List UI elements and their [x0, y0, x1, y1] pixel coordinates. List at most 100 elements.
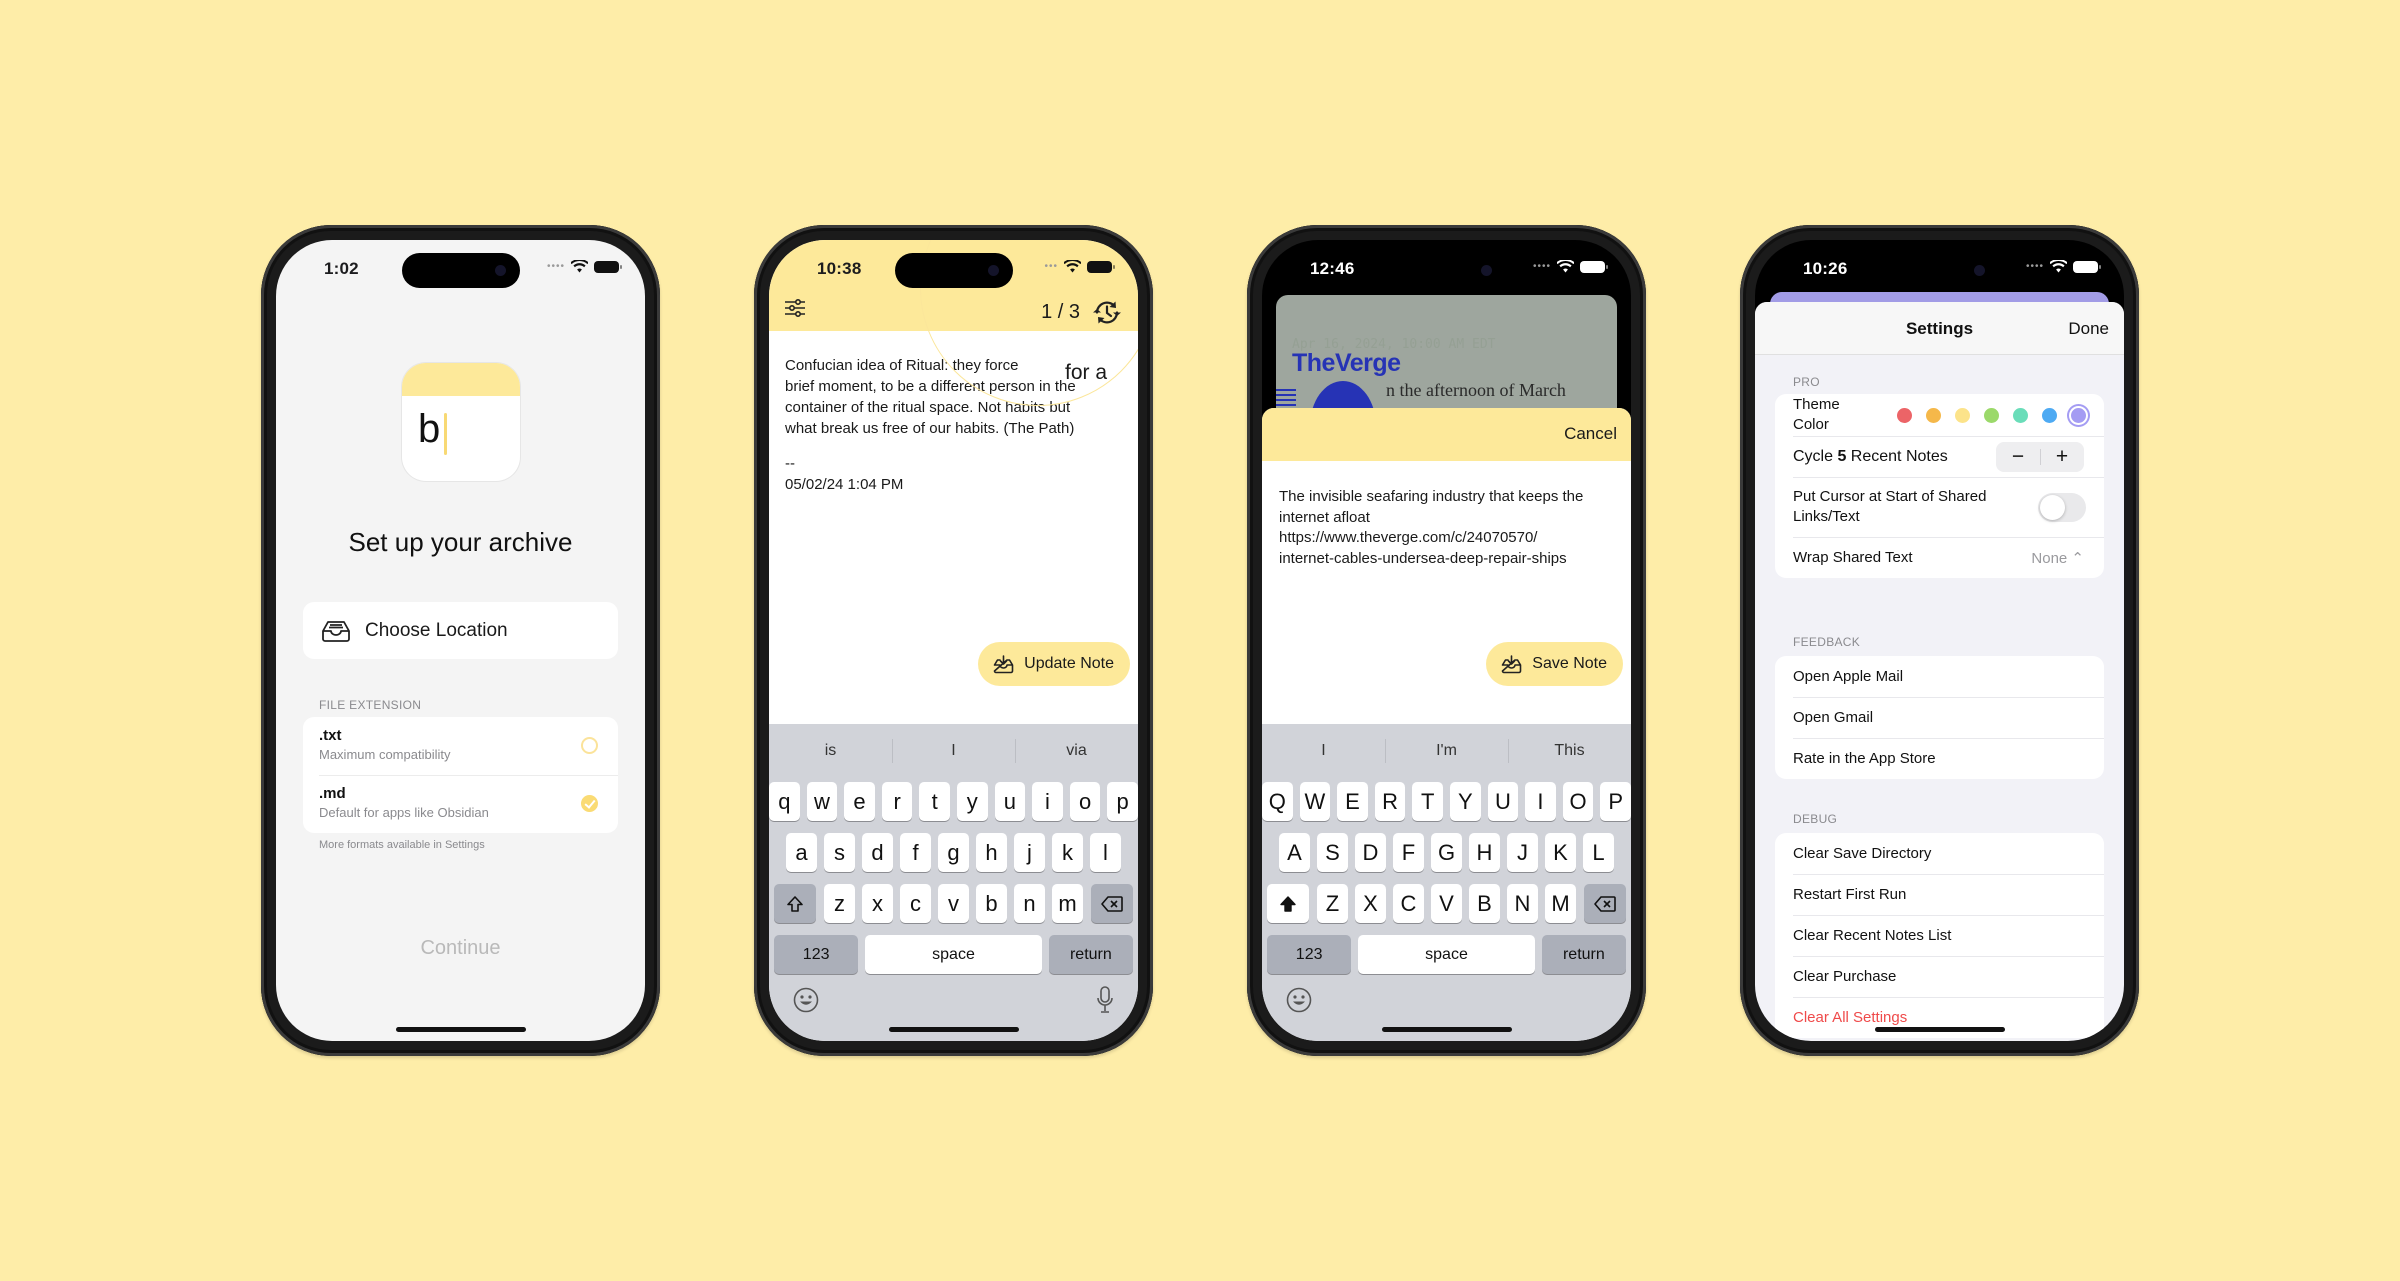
letter-key[interactable]: y	[957, 782, 988, 821]
emoji-icon[interactable]	[1286, 987, 1312, 1013]
theme-color-swatch[interactable]	[1926, 407, 1941, 423]
letter-key[interactable]: q	[769, 782, 800, 821]
done-button[interactable]: Done	[2068, 319, 2109, 339]
cursor-start-toggle[interactable]	[2038, 492, 2086, 522]
shift-key[interactable]	[774, 884, 816, 923]
letter-key[interactable]: h	[976, 833, 1007, 872]
theme-color-swatch[interactable]	[2013, 407, 2028, 423]
extension-option-md[interactable]: .md Default for apps like Obsidian	[303, 775, 618, 833]
save-note-button[interactable]: Save Note	[1486, 642, 1623, 686]
clock-rotate-icon[interactable]	[1092, 299, 1122, 326]
letter-key[interactable]: i	[1032, 782, 1063, 821]
letter-key[interactable]: f	[900, 833, 931, 872]
letter-key[interactable]: M	[1545, 884, 1576, 923]
checkmark-icon[interactable]	[581, 795, 598, 812]
letter-key[interactable]: u	[994, 782, 1026, 821]
space-key[interactable]: space	[1358, 935, 1535, 974]
delete-key[interactable]	[1584, 884, 1626, 923]
letter-key[interactable]: o	[1069, 782, 1101, 821]
letter-key[interactable]: G	[1431, 833, 1462, 872]
letter-key[interactable]: Q	[1262, 782, 1293, 821]
letter-key[interactable]: a	[786, 833, 817, 872]
letter-key[interactable]: J	[1507, 833, 1538, 872]
update-note-button[interactable]: Update Note	[978, 642, 1130, 686]
letter-key[interactable]: w	[806, 782, 838, 821]
continue-button[interactable]: Continue	[276, 937, 645, 960]
letter-key[interactable]: x	[862, 884, 893, 923]
theme-color-swatch[interactable]	[1984, 407, 1999, 423]
letter-key[interactable]: R	[1374, 782, 1406, 821]
letter-key[interactable]: p	[1107, 782, 1138, 821]
numbers-key[interactable]: 123	[1267, 935, 1352, 974]
letter-key[interactable]: e	[844, 782, 875, 821]
space-key[interactable]: space	[865, 935, 1042, 974]
note-signature[interactable]: -- 05/02/24 1:04 PM	[785, 453, 903, 495]
letter-key[interactable]: E	[1337, 782, 1368, 821]
cycle-stepper[interactable]: − +	[1996, 441, 2084, 472]
theme-color-swatch[interactable]	[1897, 407, 1912, 423]
stepper-plus[interactable]: +	[2040, 442, 2084, 472]
letter-key[interactable]: N	[1507, 884, 1538, 923]
letter-key[interactable]: v	[938, 884, 969, 923]
settings-item[interactable]: Clear Save Directory	[1775, 833, 2104, 874]
settings-item[interactable]: Clear Purchase	[1775, 956, 2104, 997]
letter-key[interactable]: U	[1487, 782, 1519, 821]
letter-key[interactable]: K	[1545, 833, 1576, 872]
theme-color-swatch[interactable]	[1955, 407, 1970, 423]
wrap-text-row[interactable]: Wrap Shared Text None ⌃	[1775, 537, 2104, 578]
letter-key[interactable]: m	[1052, 884, 1083, 923]
letter-key[interactable]: L	[1583, 833, 1614, 872]
numbers-key[interactable]: 123	[774, 935, 859, 974]
letter-key[interactable]: k	[1052, 833, 1083, 872]
letter-key[interactable]: b	[976, 884, 1007, 923]
letter-key[interactable]: I	[1525, 782, 1556, 821]
shared-text[interactable]: The invisible seafaring industry that ke…	[1279, 487, 1615, 569]
theme-color-swatch[interactable]	[2042, 407, 2057, 423]
letter-key[interactable]: g	[938, 833, 969, 872]
letter-key[interactable]: O	[1562, 782, 1594, 821]
letter-key[interactable]: P	[1600, 782, 1631, 821]
letter-key[interactable]: V	[1431, 884, 1462, 923]
letter-key[interactable]: n	[1014, 884, 1045, 923]
suggestion[interactable]: I	[892, 736, 1015, 766]
microphone-icon[interactable]	[1096, 986, 1114, 1014]
letter-key[interactable]: z	[824, 884, 855, 923]
letter-key[interactable]: A	[1279, 833, 1310, 872]
letter-key[interactable]: F	[1393, 833, 1424, 872]
settings-item[interactable]: Open Gmail	[1775, 697, 2104, 738]
letter-key[interactable]: d	[862, 833, 893, 872]
settings-item[interactable]: Open Apple Mail	[1775, 656, 2104, 697]
wrap-text-picker[interactable]: None ⌃	[2031, 549, 2084, 567]
extension-option-txt[interactable]: .txt Maximum compatibility	[303, 717, 618, 775]
letter-key[interactable]: r	[881, 782, 913, 821]
letter-key[interactable]: Z	[1317, 884, 1348, 923]
letter-key[interactable]: j	[1014, 833, 1045, 872]
theme-color-swatch[interactable]	[2071, 407, 2086, 423]
letter-key[interactable]: s	[824, 833, 855, 872]
stepper-minus[interactable]: −	[1996, 442, 2040, 472]
letter-key[interactable]: C	[1393, 884, 1424, 923]
suggestion[interactable]: is	[769, 736, 892, 766]
letter-key[interactable]: l	[1090, 833, 1121, 872]
sliders-icon[interactable]	[784, 298, 806, 318]
letter-key[interactable]: X	[1355, 884, 1386, 923]
suggestion[interactable]: I	[1262, 736, 1385, 766]
letter-key[interactable]: c	[900, 884, 931, 923]
radio-unchecked-icon[interactable]	[581, 737, 598, 754]
settings-item[interactable]: Restart First Run	[1775, 874, 2104, 915]
letter-key[interactable]: S	[1317, 833, 1348, 872]
emoji-icon[interactable]	[793, 987, 819, 1013]
letter-key[interactable]: T	[1412, 782, 1443, 821]
letter-key[interactable]: Y	[1450, 782, 1481, 821]
return-key[interactable]: return	[1541, 935, 1627, 974]
choose-location-button[interactable]: Choose Location	[303, 602, 618, 659]
suggestion[interactable]: This	[1508, 736, 1631, 766]
letter-key[interactable]: H	[1469, 833, 1500, 872]
settings-item[interactable]: Rate in the App Store	[1775, 738, 2104, 779]
suggestion[interactable]: via	[1015, 736, 1138, 766]
letter-key[interactable]: W	[1299, 782, 1331, 821]
delete-key[interactable]	[1091, 884, 1133, 923]
cancel-button[interactable]: Cancel	[1564, 424, 1617, 444]
letter-key[interactable]: D	[1355, 833, 1386, 872]
letter-key[interactable]: t	[919, 782, 950, 821]
